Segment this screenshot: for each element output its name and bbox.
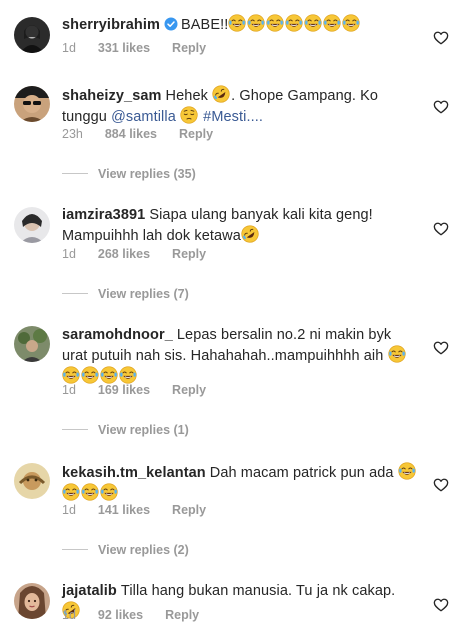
laugh-emoji-icon bbox=[100, 366, 118, 384]
comment-meta: 23h 884 likes Reply bbox=[62, 127, 235, 141]
avatar[interactable] bbox=[14, 17, 50, 53]
pensive-emoji-icon bbox=[180, 106, 198, 124]
heart-icon[interactable] bbox=[433, 99, 449, 115]
comment-text: kekasih.tm_kelantan Dah macam patrick pun… bbox=[62, 462, 418, 504]
avatar[interactable] bbox=[14, 86, 50, 122]
comment-time: 23h bbox=[62, 127, 83, 141]
comment-time: 1d bbox=[62, 41, 76, 55]
comment-username[interactable]: jajatalib bbox=[62, 583, 117, 599]
rofl-emoji-icon bbox=[241, 225, 259, 243]
comment-text: saramohdnoor_ Lepas bersalin no.2 ni maki… bbox=[62, 326, 418, 387]
comment-likes[interactable]: 169 likes bbox=[98, 383, 150, 397]
comment-time: 1d bbox=[62, 503, 76, 517]
comment-username[interactable]: shaheizy_sam bbox=[62, 88, 162, 104]
mention-link[interactable]: @samtilla bbox=[111, 109, 176, 125]
reply-button[interactable]: Reply bbox=[172, 247, 206, 261]
heart-icon[interactable] bbox=[433, 477, 449, 493]
verified-badge-icon bbox=[164, 17, 178, 31]
heart-icon[interactable] bbox=[433, 597, 449, 613]
laugh-emoji-icon bbox=[228, 14, 246, 32]
divider-line bbox=[62, 293, 88, 294]
comment-likes[interactable]: 884 likes bbox=[105, 127, 157, 141]
reply-button[interactable]: Reply bbox=[172, 503, 206, 517]
laugh-emoji-icon bbox=[388, 345, 406, 363]
comment-meta: 1d 331 likes Reply bbox=[62, 41, 228, 55]
comment-likes[interactable]: 268 likes bbox=[98, 247, 150, 261]
comment-time: 1d bbox=[62, 383, 76, 397]
hashtag-link[interactable]: #Mesti.... bbox=[203, 109, 263, 125]
comment-text: sherryibrahim BABE!! bbox=[62, 14, 418, 35]
avatar[interactable] bbox=[14, 207, 50, 243]
avatar[interactable] bbox=[14, 463, 50, 499]
view-replies-button[interactable]: View replies (7) bbox=[62, 287, 189, 301]
reply-button[interactable]: Reply bbox=[165, 608, 199, 622]
laugh-emoji-icon bbox=[323, 14, 341, 32]
rofl-emoji-icon bbox=[212, 85, 230, 103]
comment-username[interactable]: iamzira3891 bbox=[62, 207, 145, 223]
comment-text: iamzira3891 Siapa ulang banyak kali kita … bbox=[62, 207, 373, 244]
comment-time: 1d bbox=[62, 608, 76, 622]
heart-icon[interactable] bbox=[433, 221, 449, 237]
comment-meta: 1d 268 likes Reply bbox=[62, 247, 228, 261]
reply-button[interactable]: Reply bbox=[179, 127, 213, 141]
laugh-emoji-icon bbox=[398, 462, 416, 480]
laugh-emoji-icon bbox=[81, 483, 99, 501]
laugh-emoji-icon bbox=[285, 14, 303, 32]
comment-time: 1d bbox=[62, 247, 76, 261]
view-replies-button[interactable]: View replies (2) bbox=[62, 543, 189, 557]
comment-username[interactable]: kekasih.tm_kelantan bbox=[62, 465, 206, 481]
laugh-emoji-icon bbox=[304, 14, 322, 32]
reply-button[interactable]: Reply bbox=[172, 41, 206, 55]
laugh-emoji-icon bbox=[247, 14, 265, 32]
avatar[interactable] bbox=[14, 583, 50, 619]
laugh-emoji-icon bbox=[266, 14, 284, 32]
view-replies-button[interactable]: View replies (35) bbox=[62, 167, 196, 181]
laugh-emoji-icon bbox=[62, 483, 80, 501]
heart-icon[interactable] bbox=[433, 340, 449, 356]
laugh-emoji-icon bbox=[119, 366, 137, 384]
comment-username[interactable]: saramohdnoor_ bbox=[62, 327, 173, 343]
comment-likes[interactable]: 141 likes bbox=[98, 503, 150, 517]
view-replies-button[interactable]: View replies (1) bbox=[62, 423, 189, 437]
divider-line bbox=[62, 173, 88, 174]
laugh-emoji-icon bbox=[100, 483, 118, 501]
avatar[interactable] bbox=[14, 326, 50, 362]
divider-line bbox=[62, 549, 88, 550]
comment-likes[interactable]: 92 likes bbox=[98, 608, 143, 622]
comment-text: shaheizy_sam Hehek . Ghope Gampang. Ko tu… bbox=[62, 85, 418, 127]
divider-line bbox=[62, 429, 88, 430]
laugh-emoji-icon bbox=[342, 14, 360, 32]
laugh-emoji-icon bbox=[62, 366, 80, 384]
laugh-emoji-icon bbox=[81, 366, 99, 384]
comment-meta: 1d 92 likes Reply bbox=[62, 608, 221, 622]
reply-button[interactable]: Reply bbox=[172, 383, 206, 397]
comment-meta: 1d 169 likes Reply bbox=[62, 383, 228, 397]
comment-username[interactable]: sherryibrahim bbox=[62, 17, 160, 33]
comment-meta: 1d 141 likes Reply bbox=[62, 503, 228, 517]
comment-likes[interactable]: 331 likes bbox=[98, 41, 150, 55]
heart-icon[interactable] bbox=[433, 30, 449, 46]
